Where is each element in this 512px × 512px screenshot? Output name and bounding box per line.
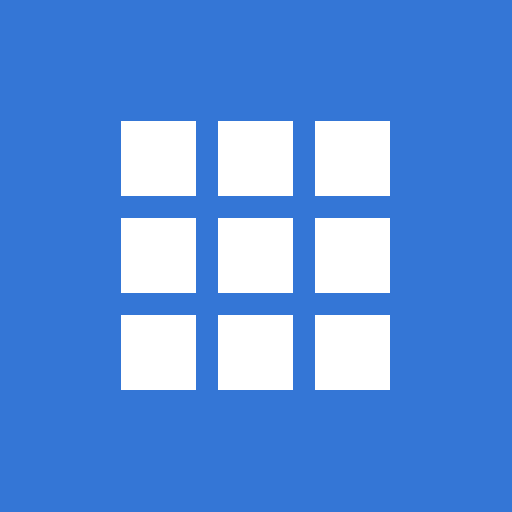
grid-square xyxy=(121,315,196,390)
grid-square xyxy=(315,315,390,390)
grid-square xyxy=(218,315,293,390)
grid-square xyxy=(315,121,390,196)
grid-square xyxy=(218,218,293,293)
grid-square xyxy=(121,218,196,293)
app-icon-tile xyxy=(0,0,512,512)
grid-square xyxy=(218,121,293,196)
apps-grid-icon xyxy=(121,121,391,391)
grid-square xyxy=(121,121,196,196)
grid-square xyxy=(315,218,390,293)
